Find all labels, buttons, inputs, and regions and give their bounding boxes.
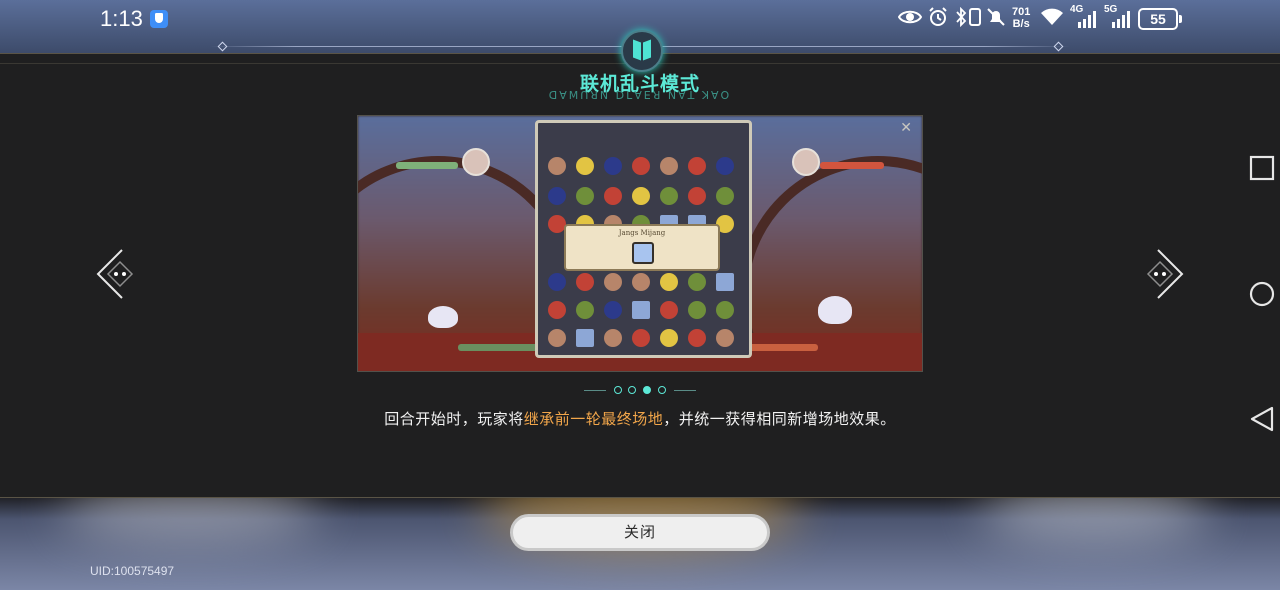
status-time: 1:13: [100, 6, 143, 31]
board-tile: [576, 187, 594, 205]
board-tile: [716, 329, 734, 347]
opponent-hp-bar: [820, 162, 884, 169]
page-dot-4[interactable]: [658, 386, 666, 394]
close-icon: ✕: [900, 120, 912, 136]
opponent-bunny: [818, 296, 852, 324]
alarm-icon: [928, 7, 948, 32]
description-highlight: 继承前一轮最终场地: [523, 410, 664, 428]
network-speed-value: 701: [1012, 6, 1031, 18]
book-emblem-icon: [621, 30, 663, 72]
previous-page-button[interactable]: [94, 248, 138, 300]
vibrate-icon: [968, 8, 982, 31]
description-text: ，并统一获得相同新增场地效果。: [663, 410, 896, 428]
next-page-button[interactable]: [1142, 248, 1186, 300]
board-tile: [688, 157, 706, 175]
page-dot-3[interactable]: [643, 386, 651, 394]
player-bunny: [428, 306, 458, 328]
description-text: 回合开始时，玩家将: [384, 410, 524, 428]
close-button[interactable]: 关闭: [510, 514, 770, 551]
network-speed: 701 B/s: [1012, 6, 1030, 30]
board-tile: [548, 329, 566, 347]
board-tile: [576, 273, 594, 291]
player-hp-bar: [396, 162, 458, 169]
board-tile: [604, 187, 622, 205]
battery-icon: 55: [1138, 8, 1182, 30]
board-tile: [548, 273, 566, 291]
user-id-label: UID:100575497: [90, 564, 175, 578]
dialog-subtitle-glyphs: ꓷꓯꓟꓵꓤꓠ ꓓꓡꓯꓰꓤ ꓠꓯꓕ ꓘꓯꓳ: [548, 89, 732, 102]
board-tile: [604, 329, 622, 347]
opponent-avatar: [792, 148, 820, 176]
chevron-right-icon: [1146, 249, 1184, 299]
board-tile: [576, 301, 594, 319]
player-avatar: [462, 148, 490, 176]
pager-line: [584, 390, 606, 391]
tile-icon: [632, 242, 654, 264]
mute-icon: [986, 7, 1006, 32]
board-tile: [688, 187, 706, 205]
page-indicator: [584, 385, 696, 397]
bluetooth-icon: [955, 6, 967, 32]
opponent-status-bar: [748, 344, 818, 351]
board-tile: [632, 187, 650, 205]
board-tile: [576, 329, 594, 347]
network-speed-unit: B/s: [1012, 18, 1030, 30]
board-tile: [632, 273, 650, 291]
board-tile: [604, 301, 622, 319]
player-status-bar: [458, 344, 538, 351]
board-popup: Jangs Mijang: [564, 224, 720, 271]
shield-icon: [150, 10, 168, 28]
board-tile: [716, 301, 734, 319]
board-tile: [716, 273, 734, 291]
board-tile: [660, 187, 678, 205]
board-tile: [632, 157, 650, 175]
board-tile: [604, 157, 622, 175]
eye-icon: [897, 8, 923, 31]
board-tile: [604, 273, 622, 291]
board-tile: [688, 273, 706, 291]
battery-level: 55: [1150, 11, 1166, 27]
board-tile: [688, 329, 706, 347]
gameplay-preview-image: Jangs Mijang ✕: [357, 115, 923, 372]
back-icon[interactable]: [1248, 405, 1276, 433]
board-tile: [548, 157, 566, 175]
mode-description: 回合开始时，玩家将继承前一轮最终场地，并统一获得相同新增场地效果。: [0, 408, 1280, 429]
signal-5g-icon: 5G: [1104, 4, 1130, 28]
page-dot-2[interactable]: [628, 386, 636, 394]
recent-apps-icon[interactable]: [1248, 154, 1276, 182]
signal-4g-icon: 4G: [1070, 4, 1096, 28]
board-tile: [576, 157, 594, 175]
board-tile: [716, 157, 734, 175]
mode-intro-dialog: 联机乱斗模式 ꓷꓯꓟꓵꓤꓠ ꓓꓡꓯꓰꓤ ꓠꓯꓕ ꓘꓯꓳ Jangs Mijang…: [0, 30, 1280, 498]
board-tile: [660, 157, 678, 175]
pager-line: [674, 390, 696, 391]
board-tile: [632, 301, 650, 319]
board-tile: [660, 301, 678, 319]
board-tile: [660, 273, 678, 291]
board-tile: [660, 329, 678, 347]
chevron-left-icon: [96, 249, 134, 299]
page-dot-1[interactable]: [614, 386, 622, 394]
board-tile: [632, 329, 650, 347]
wifi-icon: [1040, 8, 1064, 31]
board-tile: [548, 301, 566, 319]
board-tile: [548, 187, 566, 205]
board-tile: [688, 301, 706, 319]
popup-title: Jangs Mijang: [618, 229, 666, 237]
board-tile: [716, 187, 734, 205]
home-icon[interactable]: [1248, 280, 1276, 308]
